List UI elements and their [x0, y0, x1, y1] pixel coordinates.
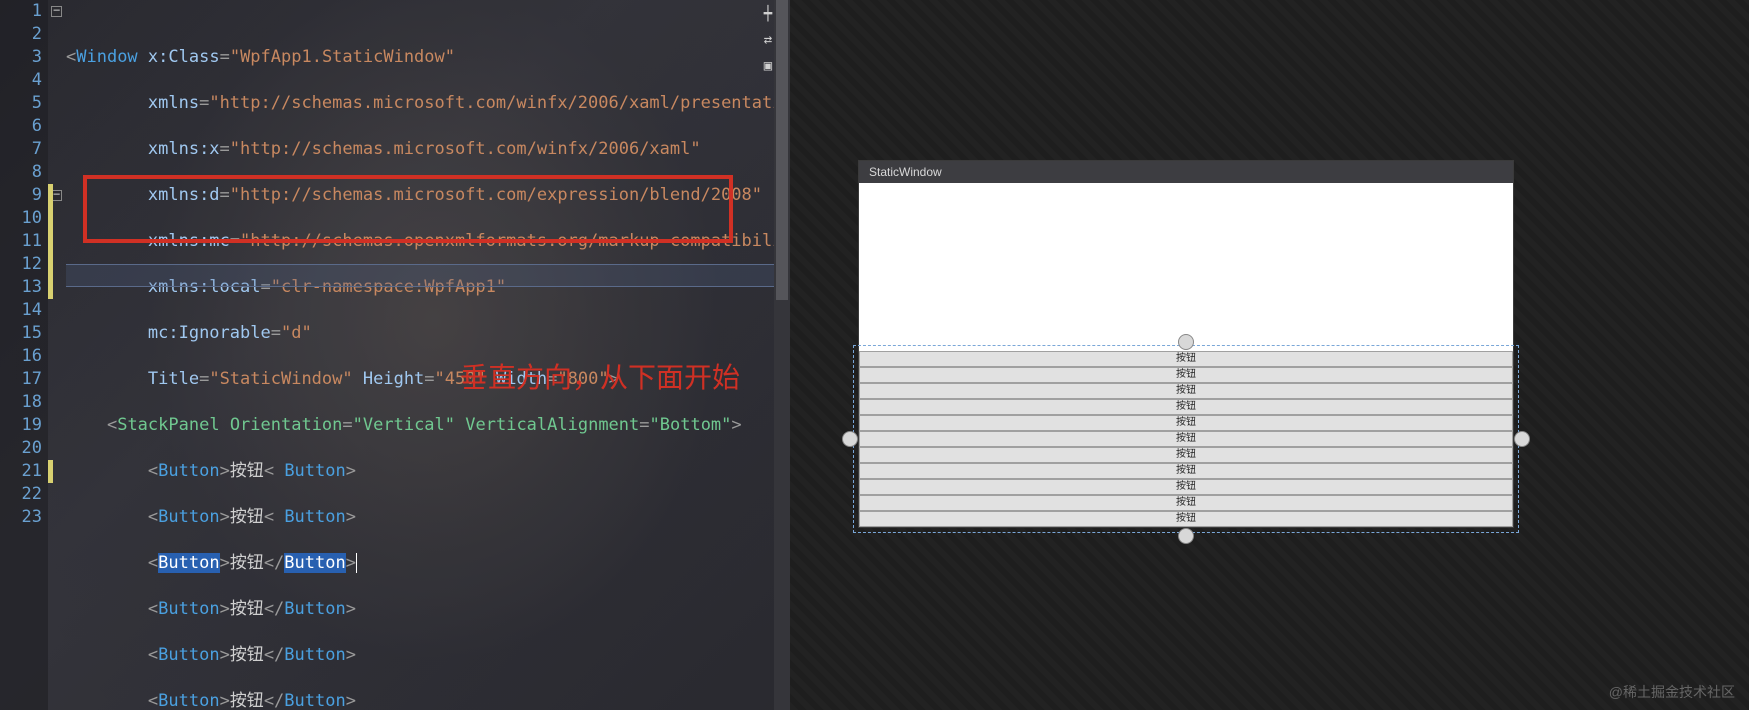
preview-button[interactable]: 按钮	[859, 511, 1513, 527]
preview-window-title: StaticWindow	[859, 161, 1513, 183]
editor-scrollbar[interactable]	[774, 0, 790, 710]
line-number: 23	[0, 506, 42, 529]
preview-button[interactable]: 按钮	[859, 383, 1513, 399]
resize-handle-bottom[interactable]	[1178, 528, 1194, 544]
swap-icon[interactable]: ⇄	[758, 32, 778, 52]
line-number: 3	[0, 46, 42, 69]
line-number: 5	[0, 92, 42, 115]
line-number: 22	[0, 483, 42, 506]
line-number: 7	[0, 138, 42, 161]
split-icon[interactable]: ┿	[758, 6, 778, 26]
designer-pane[interactable]: StaticWindow 按钮 按钮 按钮 按钮 按钮 按钮 按钮 按钮 按钮 …	[790, 0, 1749, 710]
line-number: 12	[0, 253, 42, 276]
preview-button[interactable]: 按钮	[859, 351, 1513, 367]
resize-handle-left[interactable]	[842, 431, 858, 447]
resize-handle-top[interactable]	[1178, 334, 1194, 350]
fold-column	[48, 0, 66, 710]
annotation-box	[83, 175, 733, 243]
code-editor-pane[interactable]: 1 2 3 4 5 6 7 8 9 10 11 12 13 14 15 16 1…	[0, 0, 790, 710]
line-number: 21	[0, 460, 42, 483]
watermark-text: @稀土掘金技术社区	[1609, 682, 1735, 702]
line-number: 15	[0, 322, 42, 345]
preview-button[interactable]: 按钮	[859, 431, 1513, 447]
code-text-area[interactable]: <Window x:Class="WpfApp1.StaticWindow" x…	[66, 0, 774, 710]
line-number: 20	[0, 437, 42, 460]
line-number: 19	[0, 414, 42, 437]
line-number: 14	[0, 299, 42, 322]
line-number: 8	[0, 161, 42, 184]
annotation-text: 垂直方向，从下面开始	[460, 356, 740, 396]
change-marker	[48, 184, 53, 299]
line-number: 6	[0, 115, 42, 138]
preview-button[interactable]: 按钮	[859, 415, 1513, 431]
change-marker	[48, 460, 53, 483]
line-number: 1	[0, 0, 42, 23]
preview-button[interactable]: 按钮	[859, 399, 1513, 415]
panel-icon[interactable]: ▣	[758, 58, 778, 78]
line-number: 16	[0, 345, 42, 368]
line-number: 17	[0, 368, 42, 391]
line-number: 9	[0, 184, 42, 207]
line-number: 13	[0, 276, 42, 299]
current-line-highlight	[66, 264, 774, 287]
line-number: 10	[0, 207, 42, 230]
line-number: 4	[0, 69, 42, 92]
resize-handle-right[interactable]	[1514, 431, 1530, 447]
fold-toggle-icon[interactable]	[51, 6, 62, 17]
preview-stackpanel[interactable]: 按钮 按钮 按钮 按钮 按钮 按钮 按钮 按钮 按钮 按钮 按钮	[859, 351, 1513, 527]
editor-margin-icons: ┿ ⇄ ▣	[758, 0, 788, 84]
line-number: 18	[0, 391, 42, 414]
preview-button[interactable]: 按钮	[859, 447, 1513, 463]
line-number-gutter: 1 2 3 4 5 6 7 8 9 10 11 12 13 14 15 16 1…	[0, 0, 48, 710]
line-number: 11	[0, 230, 42, 253]
preview-button[interactable]: 按钮	[859, 463, 1513, 479]
line-number: 2	[0, 23, 42, 46]
preview-button[interactable]: 按钮	[859, 479, 1513, 495]
preview-button[interactable]: 按钮	[859, 367, 1513, 383]
preview-button[interactable]: 按钮	[859, 495, 1513, 511]
preview-window[interactable]: StaticWindow 按钮 按钮 按钮 按钮 按钮 按钮 按钮 按钮 按钮 …	[858, 160, 1514, 528]
